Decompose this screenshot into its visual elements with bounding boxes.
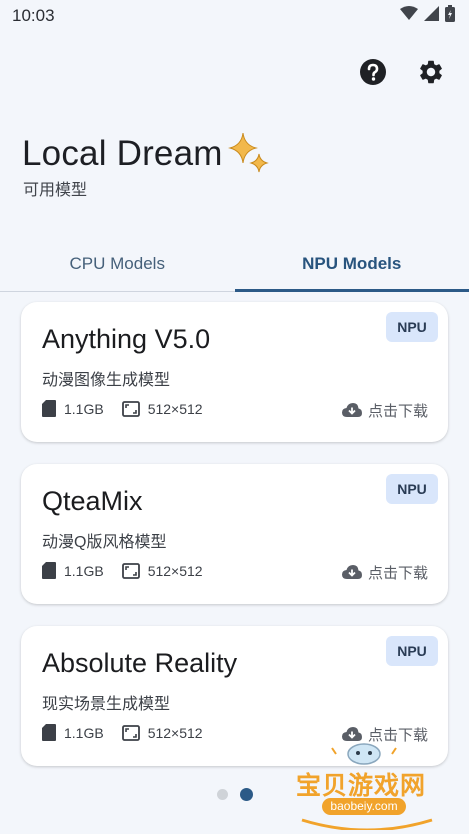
model-size-value: 1.1GB (64, 562, 104, 579)
sparkles-icon (225, 130, 271, 181)
battery-icon (445, 5, 455, 27)
aspect-ratio-icon (121, 724, 140, 741)
npu-badge: NPU (386, 312, 438, 342)
sd-card-icon (42, 400, 56, 417)
model-card[interactable]: Anything V5.0 NPU 动漫图像生成模型 1.1GB 512×512… (21, 302, 448, 442)
gear-icon (420, 60, 442, 84)
watermark-url: baobeiy.com (322, 798, 406, 815)
download-button[interactable]: 点击下载 (341, 562, 428, 583)
model-size-value: 1.1GB (64, 724, 104, 741)
watermark-text: 宝贝游戏网 (296, 772, 427, 800)
status-time: 10:03 (12, 6, 55, 25)
model-size-value: 1.1GB (64, 400, 104, 417)
help-icon (360, 59, 386, 85)
model-description: 动漫图像生成模型 (42, 372, 171, 389)
status-icons (400, 5, 455, 27)
download-label: 点击下载 (367, 403, 428, 420)
help-button[interactable] (357, 56, 389, 88)
model-description: 动漫Q版风格模型 (42, 534, 167, 551)
page-dot-2[interactable] (239, 788, 253, 801)
model-resolution-value: 512×512 (147, 400, 203, 417)
sd-card-icon (42, 724, 56, 741)
model-description: 现实场景生成模型 (42, 696, 171, 713)
model-resolution: 512×512 (121, 562, 203, 579)
npu-badge: NPU (386, 474, 438, 504)
watermark: 宝贝游戏网 baobeiy.com (292, 742, 442, 830)
top-actions (357, 56, 447, 88)
model-name: Absolute Reality (42, 648, 238, 678)
wifi-icon (400, 6, 418, 26)
app-subtitle: 可用模型 (23, 182, 88, 199)
tab-cpu-models[interactable]: CPU Models (0, 236, 235, 291)
model-name: QteaMix (42, 486, 143, 516)
model-card[interactable]: QteaMix NPU 动漫Q版风格模型 1.1GB 512×512 点击下载 (21, 464, 448, 604)
cellular-signal-icon (424, 6, 439, 26)
model-name: Anything V5.0 (42, 324, 211, 354)
model-resolution-value: 512×512 (147, 562, 203, 579)
app-header: Local Dream (22, 126, 271, 181)
cloud-download-icon (341, 403, 362, 417)
model-size: 1.1GB (42, 562, 104, 579)
model-meta: 1.1GB 512×512 (42, 400, 221, 417)
status-bar: 10:03 (0, 0, 469, 32)
model-size: 1.1GB (42, 400, 104, 417)
model-size: 1.1GB (42, 724, 104, 741)
sd-card-icon (42, 562, 56, 579)
tab-npu-models[interactable]: NPU Models (234, 236, 469, 292)
aspect-ratio-icon (121, 400, 140, 417)
download-button[interactable]: 点击下载 (341, 400, 428, 421)
aspect-ratio-icon (121, 562, 140, 579)
model-tabs: CPU Models NPU Models (0, 236, 469, 292)
npu-badge: NPU (386, 636, 438, 666)
model-resolution: 512×512 (121, 724, 203, 741)
settings-button[interactable] (415, 56, 447, 88)
page-dot-1[interactable] (216, 789, 228, 800)
download-label: 点击下载 (367, 565, 428, 582)
cloud-download-icon (341, 727, 362, 741)
model-meta: 1.1GB 512×512 (42, 562, 221, 579)
model-resolution-value: 512×512 (147, 724, 203, 741)
app-title: Local Dream (22, 133, 223, 173)
cloud-download-icon (341, 565, 362, 579)
model-meta: 1.1GB 512×512 (42, 724, 221, 741)
model-resolution: 512×512 (121, 400, 203, 417)
